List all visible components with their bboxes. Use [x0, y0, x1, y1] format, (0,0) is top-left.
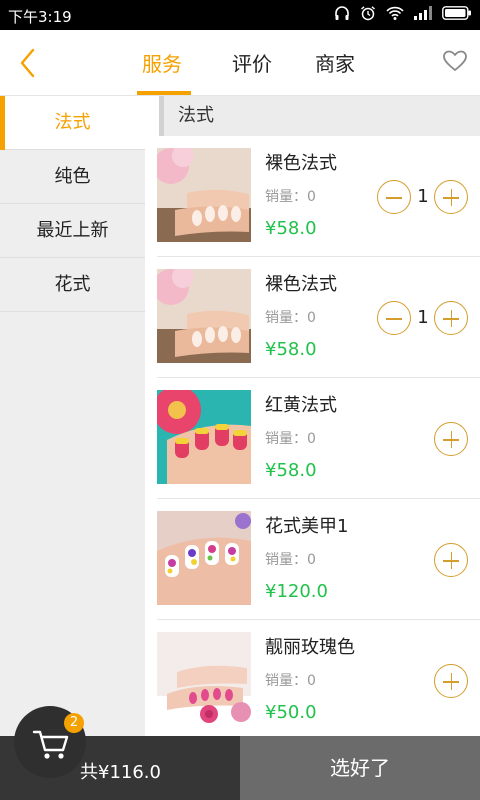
product-name: 裸色法式: [265, 274, 337, 295]
product-name: 裸色法式: [265, 153, 337, 174]
product-name: 靓丽玫瑰色: [265, 637, 355, 658]
product-price: ¥50.0: [265, 702, 317, 723]
product-image[interactable]: [157, 632, 251, 726]
product-price: ¥58.0: [265, 218, 317, 239]
add-to-cart-button[interactable]: [434, 543, 468, 577]
product-sales: 销量：0: [265, 552, 316, 568]
add-to-cart-button[interactable]: [434, 664, 468, 698]
top-nav-bar: 服务 评价 商家: [0, 30, 480, 96]
confirm-selection-button[interactable]: 选好了: [240, 736, 480, 800]
active-category-indicator: [0, 96, 5, 150]
add-to-cart-button[interactable]: [434, 422, 468, 456]
product-name: 红黄法式: [265, 395, 337, 416]
cart-count-badge: 2: [64, 713, 84, 733]
tab-reviews[interactable]: 评价: [232, 48, 272, 96]
heart-outline-icon: [442, 50, 468, 78]
shopping-cart-icon: [14, 730, 86, 782]
list-item[interactable]: 花式美甲1 销量：0 ¥120.0: [157, 499, 480, 620]
section-header: 法式: [159, 96, 480, 136]
product-price: ¥58.0: [265, 460, 317, 481]
tab-merchant[interactable]: 商家: [315, 48, 355, 96]
increase-quantity-button[interactable]: [434, 301, 468, 335]
category-french[interactable]: 法式: [0, 96, 145, 150]
decrease-quantity-button[interactable]: [377, 301, 411, 335]
category-label: 最近上新: [36, 220, 109, 241]
cart-total: 共¥116.0: [80, 762, 161, 783]
product-sales: 销量：0: [265, 189, 316, 205]
tab-service[interactable]: 服务: [142, 48, 182, 96]
product-image[interactable]: [157, 390, 251, 484]
favorite-button[interactable]: [442, 48, 468, 74]
quantity-value: 1: [417, 307, 429, 328]
active-tab-indicator: [137, 91, 191, 95]
product-image[interactable]: [157, 148, 251, 242]
chevron-left-icon: [14, 48, 42, 84]
product-sales: 销量：0: [265, 310, 316, 326]
signal-icon: [414, 6, 432, 20]
category-label: 花式: [54, 274, 91, 295]
product-image[interactable]: [157, 511, 251, 605]
headphones-icon: [334, 5, 350, 21]
list-item[interactable]: 红黄法式 销量：0 ¥58.0: [157, 378, 480, 499]
category-sidebar: 法式 纯色 最近上新 花式: [0, 96, 145, 800]
back-button[interactable]: [14, 46, 42, 80]
product-image[interactable]: [157, 269, 251, 363]
product-price: ¥58.0: [265, 339, 317, 360]
category-solid-color[interactable]: 纯色: [0, 150, 145, 204]
product-sales: 销量：0: [265, 431, 316, 447]
battery-icon: [442, 6, 472, 20]
alarm-icon: [360, 5, 376, 21]
status-icons: [334, 5, 472, 21]
product-price: ¥120.0: [265, 581, 328, 602]
status-bar: 下午3:19: [0, 0, 480, 30]
status-time: 下午3:19: [8, 8, 72, 26]
category-label: 法式: [54, 112, 91, 133]
decrease-quantity-button[interactable]: [377, 180, 411, 214]
product-sales: 销量：0: [265, 673, 316, 689]
list-item[interactable]: 裸色法式 销量：0 ¥58.0 1: [157, 136, 480, 257]
list-item[interactable]: 裸色法式 销量：0 ¥58.0 1: [157, 257, 480, 378]
increase-quantity-button[interactable]: [434, 180, 468, 214]
category-label: 纯色: [54, 166, 91, 187]
list-item[interactable]: 靓丽玫瑰色 销量：0 ¥50.0: [157, 620, 480, 736]
product-name: 花式美甲1: [265, 516, 349, 537]
product-list[interactable]: 法式 裸色法式 销量：0 ¥58.0 1 裸色法式 销量：0 ¥58.0 1 红…: [145, 96, 480, 736]
quantity-value: 1: [417, 186, 429, 207]
category-fancy[interactable]: 花式: [0, 258, 145, 312]
category-new-arrivals[interactable]: 最近上新: [0, 204, 145, 258]
wifi-icon: [386, 5, 404, 21]
